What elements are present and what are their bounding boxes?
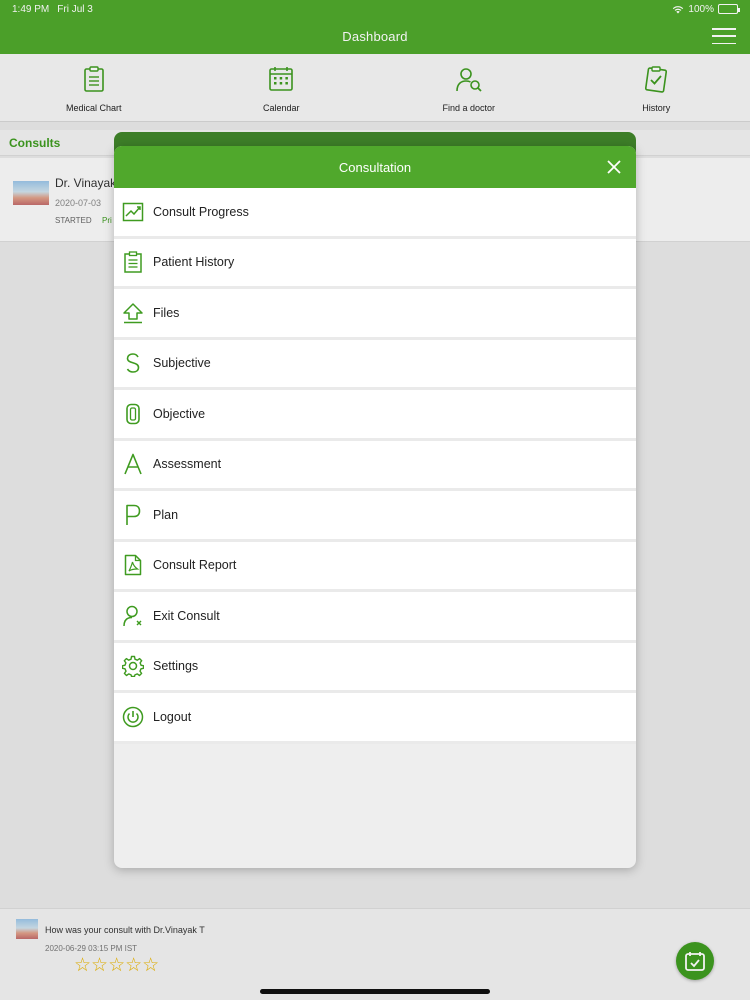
menu-item-label: Subjective [153, 356, 211, 371]
upload-arrow-icon [122, 302, 144, 324]
menu-item-label: Exit Consult [153, 608, 220, 623]
menu-item-assessment[interactable]: Assessment [114, 440, 636, 491]
menu-item-objective[interactable]: Objective [114, 390, 636, 441]
consultation-menu: Consult Progress Patient History Files S… [114, 188, 636, 744]
menu-item-label: Files [153, 305, 180, 320]
menu-item-label: Consult Progress [153, 204, 249, 219]
modal-header: Consultation [114, 146, 636, 188]
menu-item-label: Logout [153, 709, 192, 724]
chart-progress-icon [122, 201, 144, 223]
menu-item-label: Assessment [153, 457, 222, 472]
close-icon[interactable] [606, 159, 622, 175]
menu-item-subjective[interactable]: Subjective [114, 339, 636, 390]
consultation-modal: Consultation Consult Progress Patient Hi… [114, 146, 636, 868]
gear-icon [122, 655, 144, 678]
menu-item-label: Patient History [153, 255, 235, 270]
menu-item-logout[interactable]: Logout [114, 693, 636, 744]
menu-item-files[interactable]: Files [114, 289, 636, 340]
letter-a-icon [122, 453, 144, 475]
letter-p-icon [122, 504, 144, 526]
power-icon [122, 706, 144, 728]
pdf-document-icon [122, 554, 144, 576]
menu-item-patient-history[interactable]: Patient History [114, 238, 636, 289]
letter-s-icon [122, 352, 144, 374]
menu-item-consult-report[interactable]: Consult Report [114, 541, 636, 592]
clipboard-list-icon [122, 251, 144, 273]
menu-item-settings[interactable]: Settings [114, 642, 636, 693]
menu-item-exit-consult[interactable]: Exit Consult [114, 592, 636, 643]
menu-item-consult-progress[interactable]: Consult Progress [114, 188, 636, 239]
menu-item-label: Consult Report [153, 558, 237, 573]
menu-item-label: Plan [153, 507, 179, 522]
user-exit-icon [122, 605, 144, 627]
menu-item-label: Settings [153, 659, 199, 674]
menu-item-plan[interactable]: Plan [114, 491, 636, 542]
menu-item-label: Objective [153, 406, 206, 421]
letter-o-icon [122, 403, 144, 425]
modal-title: Consultation [338, 159, 412, 175]
